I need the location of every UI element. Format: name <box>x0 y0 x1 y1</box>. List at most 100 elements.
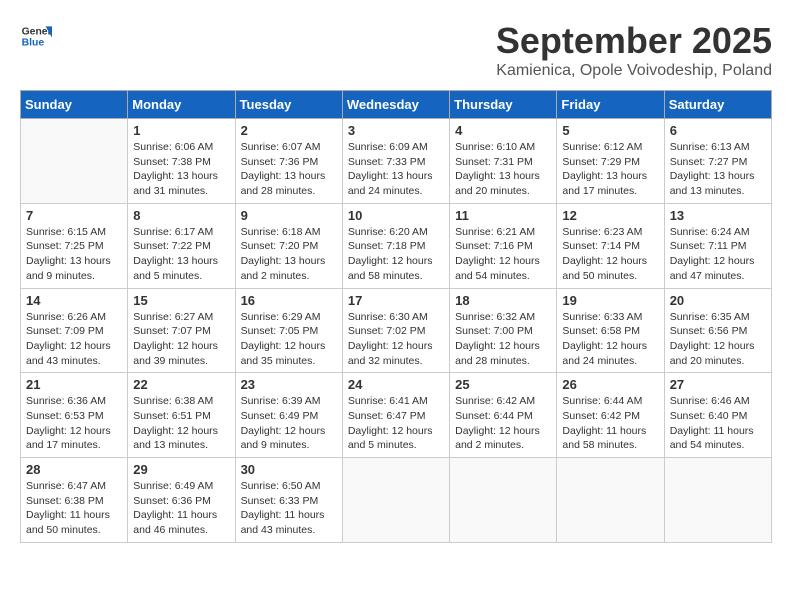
title-block: September 2025 Kamienica, Opole Voivodes… <box>496 20 772 80</box>
day-info: Sunrise: 6:47 AM Sunset: 6:38 PM Dayligh… <box>26 479 122 538</box>
table-row <box>21 119 128 204</box>
day-number: 13 <box>670 208 766 223</box>
day-info: Sunrise: 6:36 AM Sunset: 6:53 PM Dayligh… <box>26 394 122 453</box>
table-row: 5 Sunrise: 6:12 AM Sunset: 7:29 PM Daylig… <box>557 119 664 204</box>
table-row: 25Sunrise: 6:42 AM Sunset: 6:44 PM Dayli… <box>450 373 557 458</box>
day-number: 12 <box>562 208 658 223</box>
day-number: 3 <box>348 123 444 138</box>
day-number: 10 <box>348 208 444 223</box>
table-row <box>342 458 449 543</box>
day-number: 1 <box>133 123 229 138</box>
day-number: 2 <box>241 123 337 138</box>
day-number: 29 <box>133 462 229 477</box>
day-info: Sunrise: 6:29 AM Sunset: 7:05 PM Dayligh… <box>241 310 337 369</box>
day-info: Sunrise: 6:49 AM Sunset: 6:36 PM Dayligh… <box>133 479 229 538</box>
table-row <box>557 458 664 543</box>
svg-text:Blue: Blue <box>22 38 45 49</box>
day-info: Sunrise: 6:23 AM Sunset: 7:14 PM Dayligh… <box>562 225 658 284</box>
day-info: Sunrise: 6:42 AM Sunset: 6:44 PM Dayligh… <box>455 394 551 453</box>
day-number: 9 <box>241 208 337 223</box>
table-row: 24 Sunrise: 6:41 AM Sunset: 6:47 PM Dayli… <box>342 373 449 458</box>
day-info: Sunrise: 6:20 AM Sunset: 7:18 PM Dayligh… <box>348 225 444 284</box>
day-info: Sunrise: 6:12 AM Sunset: 7:29 PM Dayligh… <box>562 140 658 199</box>
day-info: Sunrise: 6:26 AM Sunset: 7:09 PM Dayligh… <box>26 310 122 369</box>
table-row: 2 Sunrise: 6:07 AM Sunset: 7:36 PM Daylig… <box>235 119 342 204</box>
table-row: 7Sunrise: 6:15 AM Sunset: 7:25 PM Daylig… <box>21 203 128 288</box>
day-info: Sunrise: 6:06 AM Sunset: 7:38 PM Dayligh… <box>133 140 229 199</box>
day-info: Sunrise: 6:38 AM Sunset: 6:51 PM Dayligh… <box>133 394 229 453</box>
table-row: 21 Sunrise: 6:36 AM Sunset: 6:53 PM Dayli… <box>21 373 128 458</box>
day-number: 5 <box>562 123 658 138</box>
col-thursday: Thursday <box>450 91 557 119</box>
day-number: 8 <box>133 208 229 223</box>
day-info: Sunrise: 6:41 AM Sunset: 6:47 PM Dayligh… <box>348 394 444 453</box>
day-info: Sunrise: 6:44 AM Sunset: 6:42 PM Dayligh… <box>562 394 658 453</box>
day-number: 6 <box>670 123 766 138</box>
day-number: 11 <box>455 208 551 223</box>
col-monday: Monday <box>128 91 235 119</box>
day-number: 24 <box>348 377 444 392</box>
day-number: 23 <box>241 377 337 392</box>
day-info: Sunrise: 6:10 AM Sunset: 7:31 PM Dayligh… <box>455 140 551 199</box>
day-number: 26 <box>562 377 658 392</box>
table-row: 28 Sunrise: 6:47 AM Sunset: 6:38 PM Dayli… <box>21 458 128 543</box>
day-number: 20 <box>670 293 766 308</box>
table-row: 18Sunrise: 6:32 AM Sunset: 7:00 PM Dayli… <box>450 288 557 373</box>
table-row: 14 Sunrise: 6:26 AM Sunset: 7:09 PM Dayli… <box>21 288 128 373</box>
day-info: Sunrise: 6:30 AM Sunset: 7:02 PM Dayligh… <box>348 310 444 369</box>
col-saturday: Saturday <box>664 91 771 119</box>
col-friday: Friday <box>557 91 664 119</box>
page-header: General Blue September 2025 Kamienica, O… <box>20 20 772 80</box>
table-row: 13 Sunrise: 6:24 AM Sunset: 7:11 PM Dayli… <box>664 203 771 288</box>
day-number: 19 <box>562 293 658 308</box>
day-number: 18 <box>455 293 551 308</box>
table-row: 16 Sunrise: 6:29 AM Sunset: 7:05 PM Dayli… <box>235 288 342 373</box>
day-number: 27 <box>670 377 766 392</box>
table-row: 3 Sunrise: 6:09 AM Sunset: 7:33 PM Daylig… <box>342 119 449 204</box>
table-row: 29 Sunrise: 6:49 AM Sunset: 6:36 PM Dayli… <box>128 458 235 543</box>
day-number: 21 <box>26 377 122 392</box>
day-info: Sunrise: 6:09 AM Sunset: 7:33 PM Dayligh… <box>348 140 444 199</box>
col-sunday: Sunday <box>21 91 128 119</box>
calendar-table: Sunday Monday Tuesday Wednesday Thursday… <box>20 90 772 543</box>
table-row: 20 Sunrise: 6:35 AM Sunset: 6:56 PM Dayli… <box>664 288 771 373</box>
day-info: Sunrise: 6:15 AM Sunset: 7:25 PM Dayligh… <box>26 225 122 284</box>
day-info: Sunrise: 6:24 AM Sunset: 7:11 PM Dayligh… <box>670 225 766 284</box>
calendar-header-row: Sunday Monday Tuesday Wednesday Thursday… <box>21 91 772 119</box>
day-info: Sunrise: 6:18 AM Sunset: 7:20 PM Dayligh… <box>241 225 337 284</box>
day-info: Sunrise: 6:39 AM Sunset: 6:49 PM Dayligh… <box>241 394 337 453</box>
month-title: September 2025 <box>496 20 772 62</box>
table-row: 23 Sunrise: 6:39 AM Sunset: 6:49 PM Dayli… <box>235 373 342 458</box>
day-info: Sunrise: 6:35 AM Sunset: 6:56 PM Dayligh… <box>670 310 766 369</box>
day-number: 28 <box>26 462 122 477</box>
table-row: 10 Sunrise: 6:20 AM Sunset: 7:18 PM Dayli… <box>342 203 449 288</box>
table-row: 11 Sunrise: 6:21 AM Sunset: 7:16 PM Dayli… <box>450 203 557 288</box>
day-info: Sunrise: 6:07 AM Sunset: 7:36 PM Dayligh… <box>241 140 337 199</box>
day-info: Sunrise: 6:33 AM Sunset: 6:58 PM Dayligh… <box>562 310 658 369</box>
logo-icon: General Blue <box>20 20 52 52</box>
table-row: 8Sunrise: 6:17 AM Sunset: 7:22 PM Daylig… <box>128 203 235 288</box>
table-row: 26 Sunrise: 6:44 AM Sunset: 6:42 PM Dayli… <box>557 373 664 458</box>
table-row: 30 Sunrise: 6:50 AM Sunset: 6:33 PM Dayli… <box>235 458 342 543</box>
day-number: 4 <box>455 123 551 138</box>
table-row: 19 Sunrise: 6:33 AM Sunset: 6:58 PM Dayli… <box>557 288 664 373</box>
table-row: 22 Sunrise: 6:38 AM Sunset: 6:51 PM Dayli… <box>128 373 235 458</box>
day-number: 30 <box>241 462 337 477</box>
table-row: 9 Sunrise: 6:18 AM Sunset: 7:20 PM Daylig… <box>235 203 342 288</box>
day-info: Sunrise: 6:46 AM Sunset: 6:40 PM Dayligh… <box>670 394 766 453</box>
day-number: 16 <box>241 293 337 308</box>
day-info: Sunrise: 6:50 AM Sunset: 6:33 PM Dayligh… <box>241 479 337 538</box>
table-row <box>450 458 557 543</box>
day-number: 14 <box>26 293 122 308</box>
logo: General Blue <box>20 20 52 52</box>
location-subtitle: Kamienica, Opole Voivodeship, Poland <box>496 62 772 80</box>
table-row: 6Sunrise: 6:13 AM Sunset: 7:27 PM Daylig… <box>664 119 771 204</box>
day-number: 22 <box>133 377 229 392</box>
table-row: 27 Sunrise: 6:46 AM Sunset: 6:40 PM Dayli… <box>664 373 771 458</box>
table-row: 17 Sunrise: 6:30 AM Sunset: 7:02 PM Dayli… <box>342 288 449 373</box>
table-row <box>664 458 771 543</box>
day-info: Sunrise: 6:21 AM Sunset: 7:16 PM Dayligh… <box>455 225 551 284</box>
day-number: 17 <box>348 293 444 308</box>
table-row: 1 Sunrise: 6:06 AM Sunset: 7:38 PM Daylig… <box>128 119 235 204</box>
table-row: 15Sunrise: 6:27 AM Sunset: 7:07 PM Dayli… <box>128 288 235 373</box>
